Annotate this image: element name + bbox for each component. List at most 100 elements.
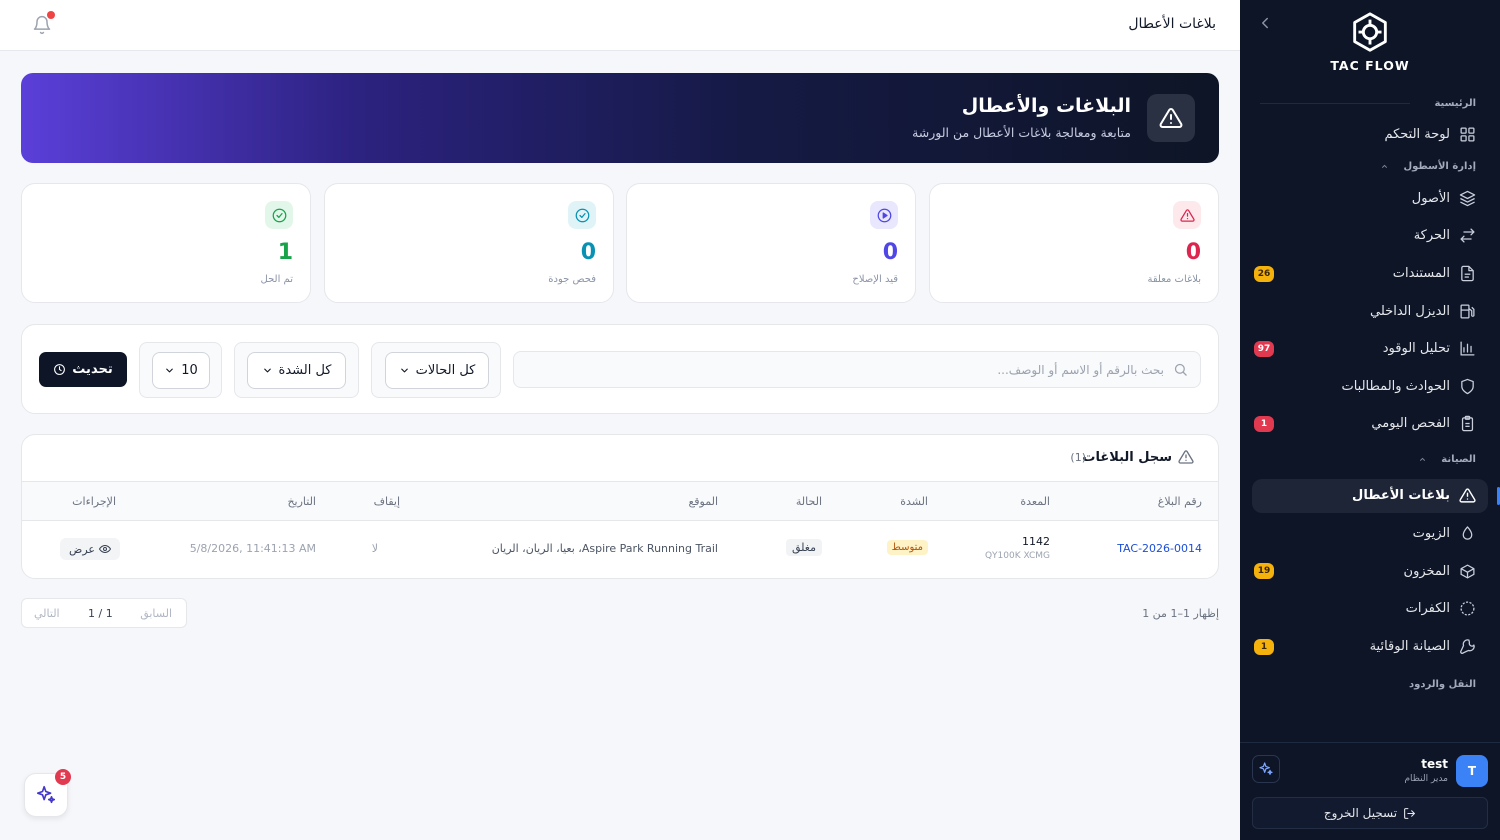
search-icon	[1173, 362, 1188, 377]
sparkles-icon	[36, 785, 56, 804]
chevron-up-icon	[1382, 164, 1388, 169]
badge-preventive: 1	[1254, 638, 1274, 655]
top-bar: بلاغات الأعطال	[0, 0, 1240, 51]
sidebar-item-label: تحليل الوقود	[1382, 341, 1450, 357]
user-name: test	[1421, 757, 1448, 771]
refresh-button[interactable]: تحديث	[39, 352, 127, 387]
layers-icon	[1459, 190, 1476, 207]
section-transport[interactable]: النقل والردود	[1240, 671, 1500, 697]
pagination: إظهار 1–1 من 1 السابق 1 / 1 التالي	[21, 598, 1219, 630]
sidebar-item-assets[interactable]: الأصول	[1240, 180, 1500, 218]
sidebar-item-label: الحوادث والمطالبات	[1341, 378, 1450, 394]
severity-select-value: كل الشدة	[278, 363, 332, 378]
table-header: رقم البلاغ المعدة الشدة الحالة الموقع إي…	[22, 481, 1218, 521]
section-label: النقل والردود	[1409, 678, 1476, 690]
notification-dot	[47, 11, 55, 19]
tire-icon	[1460, 601, 1475, 616]
grid-icon	[1460, 127, 1475, 142]
warning-triangle-icon	[1178, 450, 1194, 464]
stat-card-in-repair: 0 قيد الإصلاح	[626, 183, 916, 303]
stat-label: قيد الإصلاح	[852, 274, 898, 285]
stat-value: 1	[277, 240, 293, 265]
sidebar-item-movement[interactable]: الحركة	[1240, 217, 1500, 255]
prev-button[interactable]: السابق	[140, 607, 172, 620]
user-panel: T test مدير النظام تسجيل الخروج	[1240, 742, 1500, 840]
stat-card-pending: 0 بلاغات معلقة	[929, 183, 1219, 303]
report-id-link[interactable]: TAC-2026-0014	[1117, 542, 1202, 555]
th-actions: الإجراءات	[72, 495, 116, 508]
logo-text: TAC FLOW	[1330, 58, 1410, 73]
sparkles-icon	[1259, 762, 1273, 775]
user-role: مدير النظام	[1404, 774, 1448, 784]
sidebar-item-diesel[interactable]: الديزل الداخلي	[1240, 292, 1500, 330]
badge-documents: 26	[1254, 265, 1274, 282]
next-button[interactable]: التالي	[34, 607, 60, 620]
badge-fuel: 97	[1254, 340, 1274, 357]
severity-select[interactable]: كل الشدة	[247, 352, 346, 389]
shield-icon	[1461, 378, 1474, 395]
chevron-down-icon	[400, 368, 408, 373]
logout-icon	[1404, 807, 1416, 819]
stat-value: 0	[1185, 240, 1201, 265]
section-label: الرئيسية	[1434, 97, 1476, 109]
status-select[interactable]: كل الحالات	[385, 352, 489, 389]
page-title: بلاغات الأعطال	[1128, 16, 1216, 32]
avatar[interactable]: T	[1456, 755, 1488, 787]
th-id: رقم البلاغ	[1157, 495, 1202, 508]
th-stop: إيقاف	[373, 495, 400, 508]
sparkles-button[interactable]	[1252, 755, 1280, 783]
table-title-text: سجل البلاغات	[1082, 449, 1172, 465]
table-title: سجل البلاغات	[1082, 449, 1194, 465]
sidebar-item-oils[interactable]: الزيوت	[1240, 515, 1500, 553]
clock-icon	[54, 364, 66, 375]
sidebar-nav: الرئيسية لوحة التحكم إدارة الأسطول الأصو…	[1240, 90, 1500, 697]
equipment-number: 1142	[1022, 535, 1050, 548]
search-input[interactable]: بحث بالرقم أو الاسم أو الوصف...	[513, 351, 1201, 388]
sidebar-item-preventive[interactable]: الصيانة الوقائية 1	[1240, 628, 1500, 666]
sidebar-item-label: المستندات	[1392, 266, 1450, 282]
sidebar-item-documents[interactable]: المستندات 26	[1240, 255, 1500, 293]
stat-label: تم الحل	[260, 274, 293, 285]
stat-card-quality: 0 فحص جودة	[324, 183, 614, 303]
sidebar-item-fault-reports[interactable]: بلاغات الأعطال	[1252, 478, 1500, 513]
page-size-select[interactable]: 10	[152, 352, 210, 389]
gear-logo-icon	[1347, 10, 1393, 56]
sidebar-item-label: الكفرات	[1405, 601, 1450, 617]
section-maintenance[interactable]: الصيانة	[1240, 447, 1500, 473]
hero-subtitle: متابعة ومعالجة بلاغات الأعطال من الورشة	[912, 125, 1131, 140]
clipboard-icon	[1461, 416, 1474, 432]
wrench-icon	[1460, 639, 1475, 654]
th-severity: الشدة	[900, 495, 928, 508]
hero-title: البلاغات والأعطال	[961, 95, 1131, 117]
droplet-icon	[1462, 526, 1473, 540]
th-date: التاريخ	[287, 495, 316, 508]
section-fleet[interactable]: إدارة الأسطول	[1240, 154, 1500, 180]
chevron-left-icon[interactable]	[1256, 14, 1274, 32]
section-label: الصيانة	[1441, 454, 1476, 466]
warning-triangle-icon	[1459, 488, 1476, 503]
check-circle-icon	[568, 201, 596, 229]
bar-chart-icon	[1460, 341, 1475, 356]
sidebar-item-daily-check[interactable]: الفحص اليومي 1	[1240, 405, 1500, 443]
status-badge: مغلق	[785, 539, 822, 556]
sidebar-item-incidents[interactable]: الحوادث والمطالبات	[1240, 368, 1500, 406]
equipment-model: QY100K XCMG	[984, 551, 1050, 561]
section-label: إدارة الأسطول	[1403, 161, 1476, 173]
badge-inventory: 19	[1254, 563, 1274, 580]
logo: TAC FLOW	[1322, 10, 1418, 73]
sidebar-item-label: المخزون	[1403, 563, 1450, 579]
stat-value: 0	[580, 240, 596, 265]
sidebar-item-dashboard[interactable]: لوحة التحكم	[1240, 116, 1500, 154]
sidebar-item-fuel-analysis[interactable]: تحليل الوقود 97	[1240, 330, 1500, 368]
logout-button[interactable]: تسجيل الخروج	[1252, 797, 1488, 829]
box-icon	[1460, 564, 1475, 579]
eye-icon	[98, 544, 111, 554]
date-text: 5/8/2026, 11:41:13 AM	[189, 542, 316, 555]
sidebar-item-inventory[interactable]: المخزون 19	[1240, 552, 1500, 590]
hero-banner: البلاغات والأعطال متابعة ومعالجة بلاغات …	[21, 73, 1219, 163]
sidebar-item-label: الأصول	[1411, 190, 1450, 206]
th-location: الموقع	[688, 495, 718, 508]
sidebar-item-label: الصيانة الوقائية	[1369, 638, 1450, 654]
view-button[interactable]: عرض	[60, 538, 120, 560]
sidebar-item-tires[interactable]: الكفرات	[1240, 590, 1500, 628]
